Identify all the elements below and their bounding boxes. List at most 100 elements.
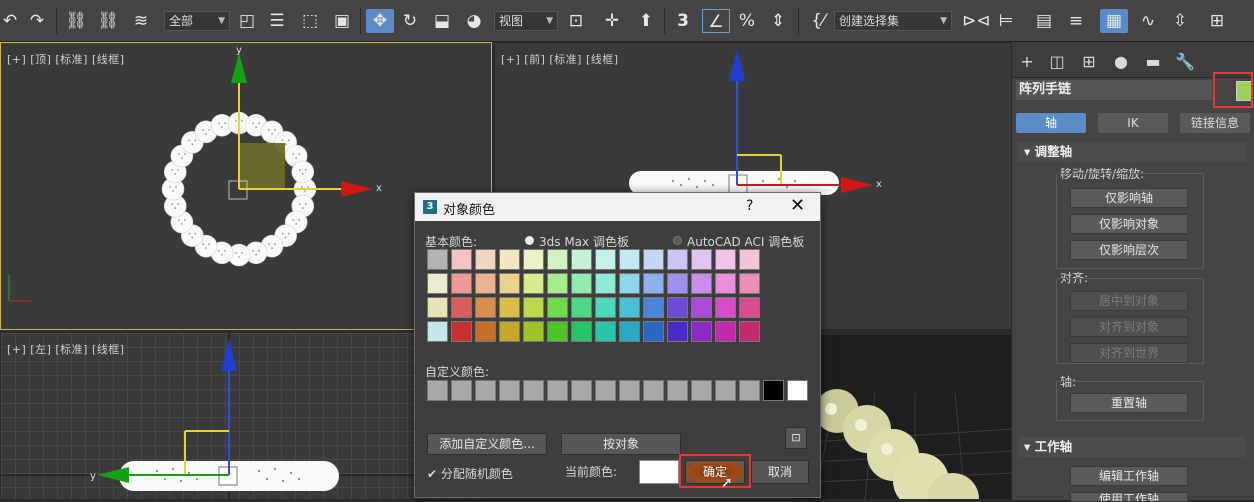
affect-pivot-only-button[interactable]: 仅影响轴 bbox=[1070, 188, 1188, 208]
current-color-swatch[interactable] bbox=[639, 460, 679, 484]
color-cell[interactable] bbox=[427, 249, 448, 270]
selection-filter-dropdown[interactable]: 全部 ▼ bbox=[164, 11, 230, 31]
align-to-world-button[interactable]: 对齐到世界 bbox=[1070, 343, 1188, 363]
custom-color-cell[interactable] bbox=[595, 380, 616, 401]
color-cell[interactable] bbox=[571, 321, 592, 342]
custom-color-cell[interactable] bbox=[763, 380, 784, 401]
color-cell[interactable] bbox=[667, 297, 688, 318]
percent-snap-icon[interactable]: % bbox=[734, 9, 760, 33]
add-custom-color-button[interactable]: 添加自定义颜色... bbox=[427, 433, 547, 455]
color-cell[interactable] bbox=[643, 273, 664, 294]
color-cell[interactable] bbox=[739, 273, 760, 294]
affect-hierarchy-only-button[interactable]: 仅影响层次 bbox=[1070, 240, 1188, 260]
color-cell[interactable] bbox=[571, 297, 592, 318]
color-cell[interactable] bbox=[427, 273, 448, 294]
color-cell[interactable] bbox=[715, 273, 736, 294]
color-cell[interactable] bbox=[571, 273, 592, 294]
object-name-field[interactable]: 阵列手链 bbox=[1016, 80, 1212, 100]
custom-color-cell[interactable] bbox=[739, 380, 760, 401]
mirror-icon[interactable]: ⊳⊲ bbox=[962, 9, 991, 33]
tab-ik[interactable]: IK bbox=[1098, 113, 1168, 133]
color-cell[interactable] bbox=[451, 249, 472, 270]
radio-autocad-palette[interactable] bbox=[673, 236, 682, 245]
reference-coord-dropdown[interactable]: 视图 ▼ bbox=[494, 11, 558, 31]
color-cell[interactable] bbox=[643, 321, 664, 342]
center-to-object-button[interactable]: 居中到对象 bbox=[1070, 291, 1188, 311]
select-object-icon[interactable]: ◰ bbox=[236, 9, 258, 33]
render-setup-icon[interactable]: ⊞ bbox=[1204, 9, 1230, 33]
color-cell[interactable] bbox=[691, 273, 712, 294]
x-axis-arrow[interactable] bbox=[341, 181, 373, 197]
color-cell[interactable] bbox=[499, 249, 520, 270]
color-cell[interactable] bbox=[451, 297, 472, 318]
redo-icon[interactable]: ↷ bbox=[26, 9, 48, 33]
color-cell[interactable] bbox=[451, 273, 472, 294]
select-by-name-icon[interactable]: ☰ bbox=[266, 9, 288, 33]
color-cell[interactable] bbox=[691, 249, 712, 270]
unlink-icon[interactable]: ⛓ bbox=[96, 9, 120, 33]
color-cell[interactable] bbox=[715, 249, 736, 270]
edit-named-selection-icon[interactable]: {⁄ bbox=[804, 9, 832, 33]
help-button[interactable]: ? bbox=[746, 198, 753, 214]
placement-icon[interactable]: ◕ bbox=[462, 9, 486, 33]
color-cell[interactable] bbox=[499, 321, 520, 342]
color-cell[interactable] bbox=[595, 297, 616, 318]
color-cell[interactable] bbox=[691, 321, 712, 342]
color-cell[interactable] bbox=[547, 297, 568, 318]
color-cell[interactable] bbox=[475, 321, 496, 342]
select-scale-icon[interactable]: ⬓ bbox=[430, 9, 454, 33]
use-pivot-icon[interactable]: ⊡ bbox=[564, 9, 588, 33]
color-cell[interactable] bbox=[475, 249, 496, 270]
hierarchy-icon[interactable]: ⊞ bbox=[1078, 51, 1100, 73]
custom-color-cell[interactable] bbox=[547, 380, 568, 401]
color-cell[interactable] bbox=[619, 249, 640, 270]
custom-color-cell[interactable] bbox=[787, 380, 808, 401]
named-selection-dropdown[interactable]: 创建选择集 ▼ bbox=[834, 11, 952, 31]
reset-pivot-button[interactable]: 重置轴 bbox=[1070, 393, 1188, 413]
window-crossing-icon[interactable]: ▣ bbox=[330, 9, 354, 33]
color-cell[interactable] bbox=[619, 297, 640, 318]
affect-object-only-button[interactable]: 仅影响对象 bbox=[1070, 214, 1188, 234]
undo-icon[interactable]: ↶ bbox=[0, 9, 20, 33]
color-cell[interactable] bbox=[715, 297, 736, 318]
select-move-icon[interactable]: ✥ bbox=[366, 9, 394, 33]
toggle-ribbon-icon[interactable]: ≡ bbox=[1064, 9, 1088, 33]
rollout-adjust-pivot[interactable]: ▾ 调整轴 bbox=[1018, 142, 1246, 162]
custom-color-cell[interactable] bbox=[667, 380, 688, 401]
color-cell[interactable] bbox=[523, 249, 544, 270]
color-cell[interactable] bbox=[667, 249, 688, 270]
utilities-icon[interactable]: 🔧 bbox=[1174, 51, 1196, 73]
custom-color-cell[interactable] bbox=[475, 380, 496, 401]
display-icon[interactable]: ▬ bbox=[1142, 51, 1164, 73]
color-cell[interactable] bbox=[475, 273, 496, 294]
color-cell[interactable] bbox=[547, 273, 568, 294]
snap-3d-icon[interactable]: 3 bbox=[670, 9, 696, 33]
color-cell[interactable] bbox=[715, 321, 736, 342]
edit-working-pivot-button[interactable]: 编辑工作轴 bbox=[1070, 466, 1188, 486]
x-axis-arrow[interactable] bbox=[841, 177, 873, 193]
select-rotate-icon[interactable]: ↻ bbox=[398, 9, 422, 33]
color-cell[interactable] bbox=[739, 249, 760, 270]
radio-3dsmax-palette[interactable] bbox=[525, 236, 534, 245]
by-object-button[interactable]: 按对象 bbox=[561, 433, 681, 455]
color-cell[interactable] bbox=[595, 249, 616, 270]
keyboard-shortcut-icon[interactable]: ⬆ bbox=[634, 9, 658, 33]
color-cell[interactable] bbox=[667, 321, 688, 342]
palette-autocad-label[interactable]: AutoCAD ACI 调色板 bbox=[687, 233, 804, 250]
custom-color-cell[interactable] bbox=[571, 380, 592, 401]
custom-color-cell[interactable] bbox=[619, 380, 640, 401]
custom-color-cell[interactable] bbox=[427, 380, 448, 401]
select-manipulate-icon[interactable]: ✛ bbox=[600, 9, 624, 33]
assign-random-checkbox[interactable]: ✔ 分配随机颜色 bbox=[427, 465, 513, 482]
spinner-snap-icon[interactable]: ⇕ bbox=[766, 9, 790, 33]
layer-explorer-icon[interactable]: ▤ bbox=[1032, 9, 1056, 33]
motion-icon[interactable]: ● bbox=[1110, 51, 1132, 73]
color-cell[interactable] bbox=[547, 249, 568, 270]
color-cell[interactable] bbox=[523, 321, 544, 342]
use-working-pivot-button[interactable]: 使用工作轴 bbox=[1070, 492, 1188, 502]
modify-icon[interactable]: ◫ bbox=[1046, 51, 1068, 73]
color-cell[interactable] bbox=[547, 321, 568, 342]
cancel-button[interactable]: 取消 bbox=[751, 460, 809, 484]
custom-color-cell[interactable] bbox=[643, 380, 664, 401]
create-icon[interactable]: + bbox=[1016, 51, 1038, 73]
